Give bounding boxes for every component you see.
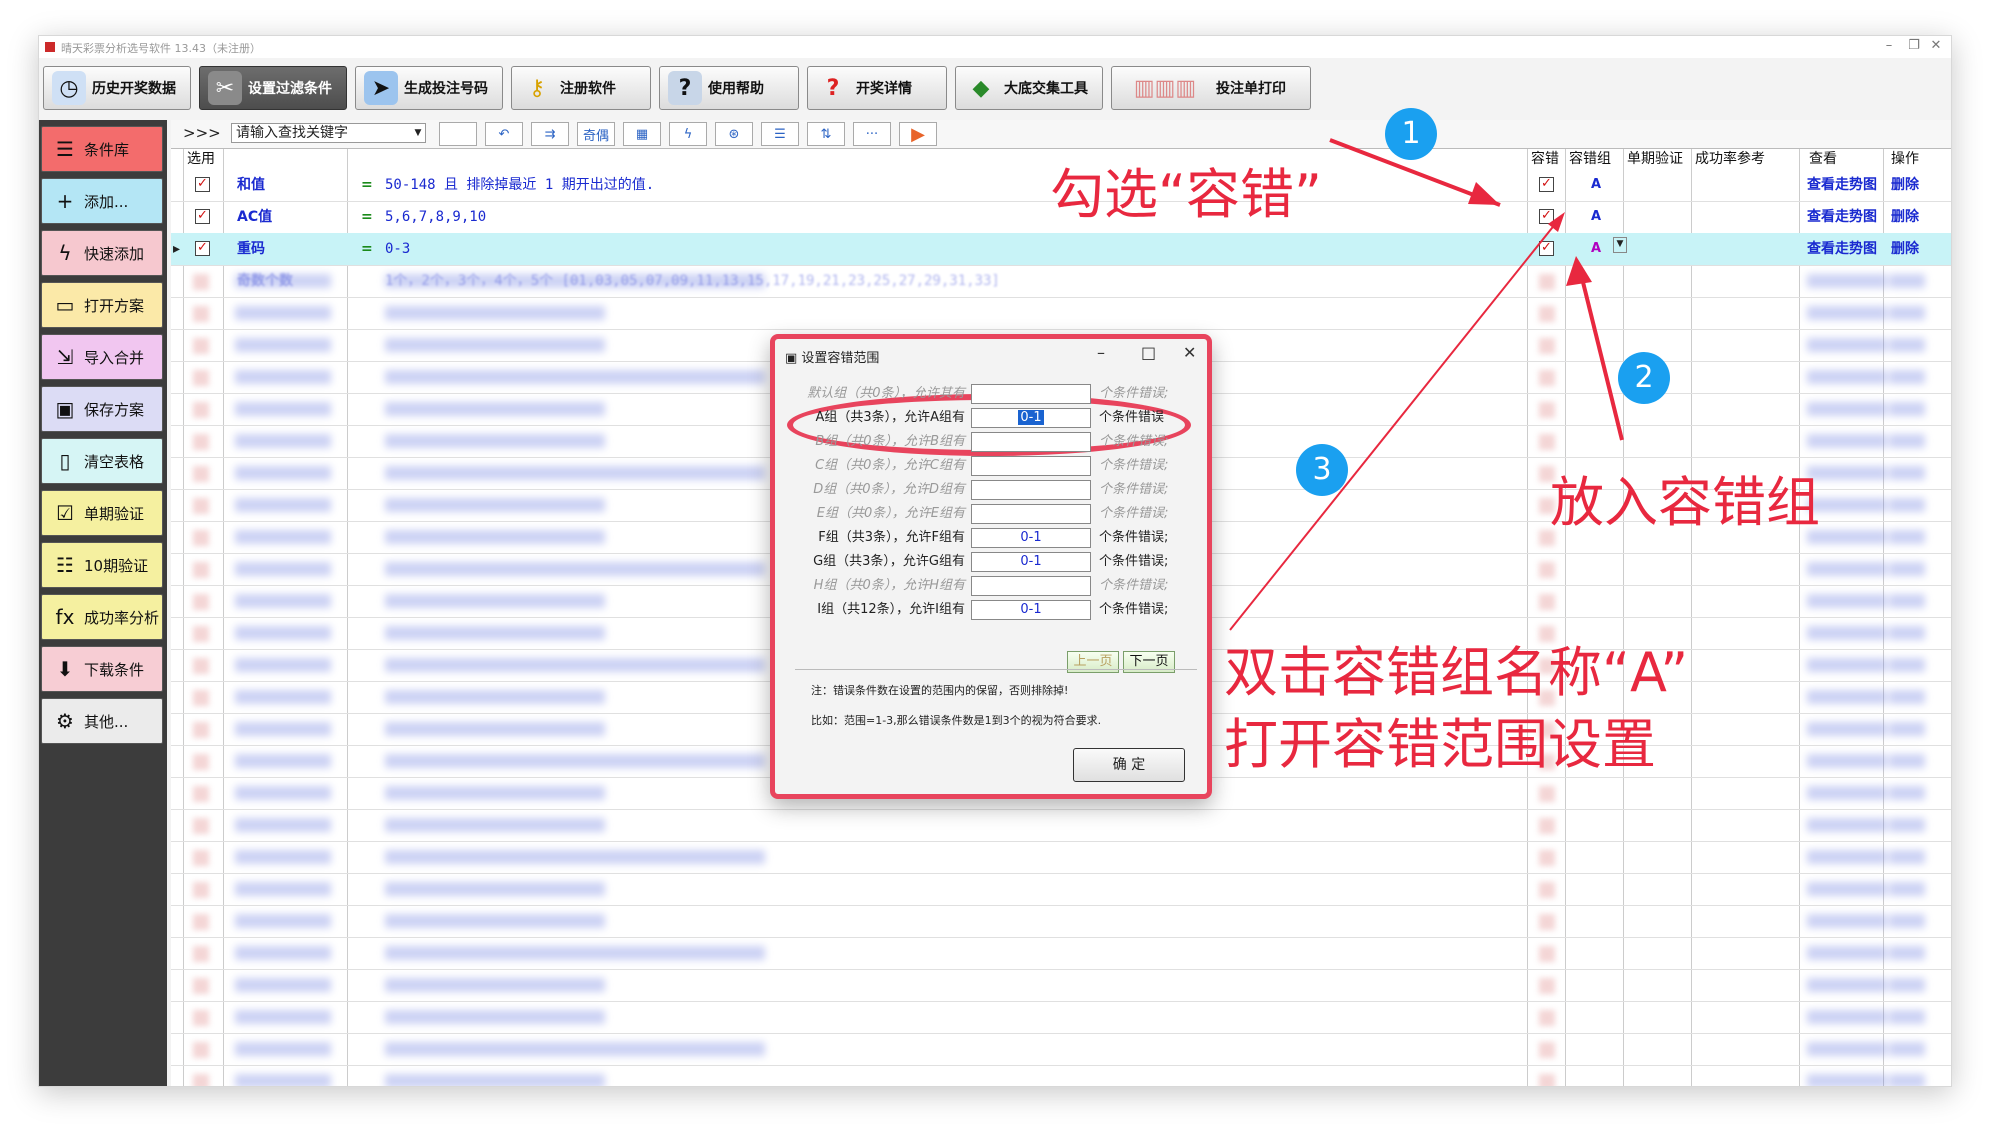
annotation-tick-tolerance: 勾选“容错” [1050,163,1322,226]
range-input[interactable] [971,384,1091,404]
group-label: F组（共3条），允许F组有 [818,530,965,545]
group-tail-label: 个条件错误; [1099,458,1169,473]
group-tail-label: 个条件错误; [1099,482,1169,497]
range-value: 0-1 [1020,602,1042,617]
tolerance-range-dialog: ▣ 设置容错范围 – □ ✕ 默认组（共0条），允许其有 个条件错误; A组（共3条… [770,334,1212,799]
step-badge-2: 2 [1618,352,1670,404]
step-badge-3: 3 [1296,444,1348,496]
range-value: 0-1 [1020,530,1042,545]
dialog-maximize-button[interactable]: □ [1141,343,1156,362]
group-label: H组（共0条），允许H组有 [813,578,965,593]
group-label: A组（共3条），允许A组有 [815,410,965,425]
dialog-title: ▣ 设置容错范围 [785,351,880,366]
group-label: I组（共12条），允许I组有 [817,602,965,617]
group-tail-label: 个条件错误; [1099,530,1169,545]
dialog-minimize-button[interactable]: – [1097,343,1105,362]
group-label: D组（共0条），允许D组有 [813,482,965,497]
group-range-row: I组（共12条），允许I组有 0-1 个条件错误; [785,599,1195,621]
group-tail-label: 个条件错误; [1099,506,1169,521]
range-value: 0-1 [1020,554,1042,569]
range-input[interactable] [971,576,1091,596]
group-range-row: B组（共0条），允许B组有 个条件错误; [785,431,1195,453]
group-range-row: 默认组（共0条），允许其有 个条件错误; [785,383,1195,405]
range-input[interactable] [971,432,1091,452]
group-range-row: F组（共3条），允许F组有 0-1 个条件错误; [785,527,1195,549]
group-label: 默认组（共0条），允许其有 [807,386,965,401]
group-range-row: D组（共0条），允许D组有 个条件错误; [785,479,1195,501]
range-value: 0-1 [1018,410,1044,425]
ok-button[interactable]: 确 定 [1073,748,1185,782]
group-range-row: C组（共0条），允许C组有 个条件错误; [785,455,1195,477]
group-range-row: H组（共0条），允许H组有 个条件错误; [785,575,1195,597]
range-input[interactable]: 0-1 [971,528,1091,548]
dialog-divider [795,669,1197,670]
group-range-row: E组（共0条），允许E组有 个条件错误; [785,503,1195,525]
group-range-row: G组（共3条），允许G组有 0-1 个条件错误; [785,551,1195,573]
range-input[interactable]: 0-1 [971,408,1091,428]
group-range-row: A组（共3条），允许A组有 0-1 个条件错误 [785,407,1195,429]
range-input[interactable] [971,456,1091,476]
group-label: C组（共0条），允许C组有 [815,458,965,473]
group-tail-label: 个条件错误; [1099,434,1169,449]
group-label: B组（共0条），允许B组有 [815,434,965,449]
range-input[interactable] [971,480,1091,500]
range-input[interactable] [971,504,1091,524]
dialog-close-button[interactable]: ✕ [1183,343,1196,362]
group-tail-label: 个条件错误; [1099,578,1169,593]
group-tail-label: 个条件错误 [1099,410,1165,425]
group-tail-label: 个条件错误; [1099,554,1169,569]
annotation-put-group: 放入容错组 [1550,471,1820,534]
range-input[interactable]: 0-1 [971,552,1091,572]
step-badge-1: 1 [1385,108,1437,160]
group-tail-label: 个条件错误; [1099,602,1169,617]
range-input[interactable]: 0-1 [971,600,1091,620]
dialog-note-2: 比如：范围=1-3,那么错误条件数是1到3个的视为符合要求. [811,714,1102,727]
group-label: G组（共3条），允许G组有 [813,554,965,569]
group-label: E组（共0条），允许E组有 [816,506,965,521]
annotation-dblclick: 双击容错组名称“A” [1224,641,1689,704]
group-tail-label: 个条件错误; [1099,386,1169,401]
dialog-note-1: 注：错误条件数在设置的范围内的保留，否则排除掉! [811,684,1069,697]
annotation-open-range: 打开容错范围设置 [1224,713,1656,776]
